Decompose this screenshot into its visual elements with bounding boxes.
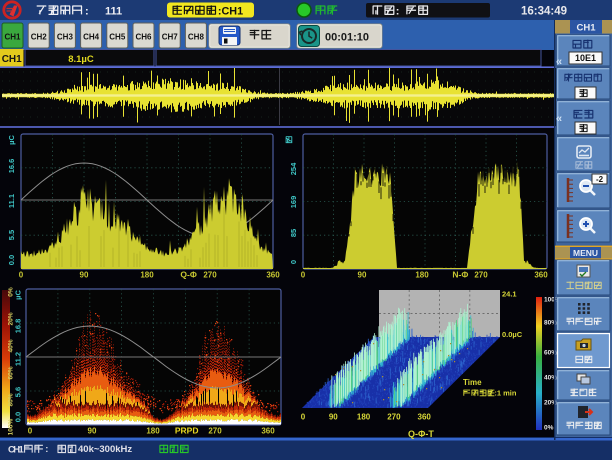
svg-text:CH1: CH1 [4, 33, 21, 42]
svg-text::: : [85, 6, 89, 18]
svg-text:180: 180 [146, 427, 160, 436]
svg-text:Q-Φ: Q-Φ [180, 270, 196, 280]
svg-text:270: 270 [387, 413, 401, 422]
svg-text:1: 1 [19, 444, 25, 455]
svg-text:90: 90 [358, 271, 367, 280]
svg-text:CH3: CH3 [57, 33, 74, 42]
svg-text:CH1: CH1 [2, 54, 22, 65]
svg-text:CH6: CH6 [135, 33, 152, 42]
svg-text:CH4: CH4 [83, 33, 100, 42]
svg-text:-2: -2 [596, 175, 604, 184]
svg-text:11.1: 11.1 [7, 194, 16, 208]
svg-text:270: 270 [203, 271, 217, 280]
svg-text:0: 0 [289, 260, 298, 264]
svg-text:24.1: 24.1 [502, 290, 517, 299]
svg-text:CH5: CH5 [109, 33, 126, 42]
svg-text:10E1: 10E1 [575, 53, 596, 63]
svg-text:0: 0 [301, 271, 306, 280]
svg-text:180: 180 [357, 413, 371, 422]
svg-text:0%: 0% [544, 425, 554, 432]
svg-text:40k~300kHz: 40k~300kHz [78, 444, 132, 455]
svg-text:360: 360 [266, 271, 280, 280]
svg-text:Time: Time [463, 378, 482, 387]
svg-text:µC: µC [14, 290, 23, 300]
svg-text:360: 360 [534, 271, 548, 280]
svg-text:0.0: 0.0 [7, 255, 16, 265]
svg-text:0: 0 [19, 271, 24, 280]
svg-text:0%: 0% [8, 287, 15, 297]
svg-text:0.0: 0.0 [14, 412, 23, 422]
svg-text:MENU: MENU [573, 248, 598, 258]
svg-text:PRPD: PRPD [175, 426, 199, 436]
svg-text:169: 169 [289, 196, 298, 209]
svg-text::1 min: :1 min [494, 389, 517, 398]
svg-text:60%: 60% [8, 366, 15, 379]
svg-text:254: 254 [289, 162, 298, 175]
svg-text:270: 270 [208, 427, 222, 436]
svg-text:100%: 100% [8, 418, 15, 435]
svg-text:360: 360 [418, 413, 432, 422]
svg-text:«: « [556, 56, 562, 68]
svg-text:90: 90 [329, 413, 338, 422]
svg-text:20%: 20% [8, 312, 15, 325]
svg-text:5.5: 5.5 [7, 230, 16, 240]
svg-text:90: 90 [88, 427, 97, 436]
svg-text:16.8: 16.8 [14, 319, 23, 334]
svg-text:CH7: CH7 [162, 33, 179, 42]
svg-text:N-Φ: N-Φ [452, 270, 468, 280]
svg-text::: : [396, 6, 400, 18]
svg-text:CH1: CH1 [576, 22, 596, 33]
svg-text:5.6: 5.6 [14, 387, 23, 397]
svg-text:8.1µC: 8.1µC [68, 54, 94, 65]
svg-text:CH2: CH2 [31, 33, 48, 42]
svg-text::CH1: :CH1 [218, 6, 243, 18]
svg-text:270: 270 [474, 271, 488, 280]
svg-text:90: 90 [80, 271, 89, 280]
svg-text:00:01:10: 00:01:10 [325, 32, 369, 44]
svg-text:CH8: CH8 [188, 33, 205, 42]
svg-text:80%: 80% [8, 393, 15, 406]
svg-text:11.2: 11.2 [14, 352, 23, 366]
svg-text:85: 85 [289, 229, 298, 237]
svg-text:Q-Φ-T: Q-Φ-T [408, 429, 434, 439]
svg-text::: : [45, 444, 48, 455]
svg-text:111: 111 [105, 6, 122, 18]
svg-text:360: 360 [261, 427, 275, 436]
svg-text:µC: µC [7, 135, 16, 145]
svg-text:16:34:49: 16:34:49 [521, 6, 567, 18]
svg-text:16.6: 16.6 [7, 159, 16, 174]
svg-text:180: 180 [140, 271, 154, 280]
svg-text:«: « [556, 113, 562, 125]
svg-text:0: 0 [301, 413, 306, 422]
svg-text:0.0µC: 0.0µC [502, 330, 523, 339]
svg-text:0: 0 [28, 427, 33, 436]
svg-text:40%: 40% [8, 339, 15, 352]
svg-text:180: 180 [415, 271, 429, 280]
